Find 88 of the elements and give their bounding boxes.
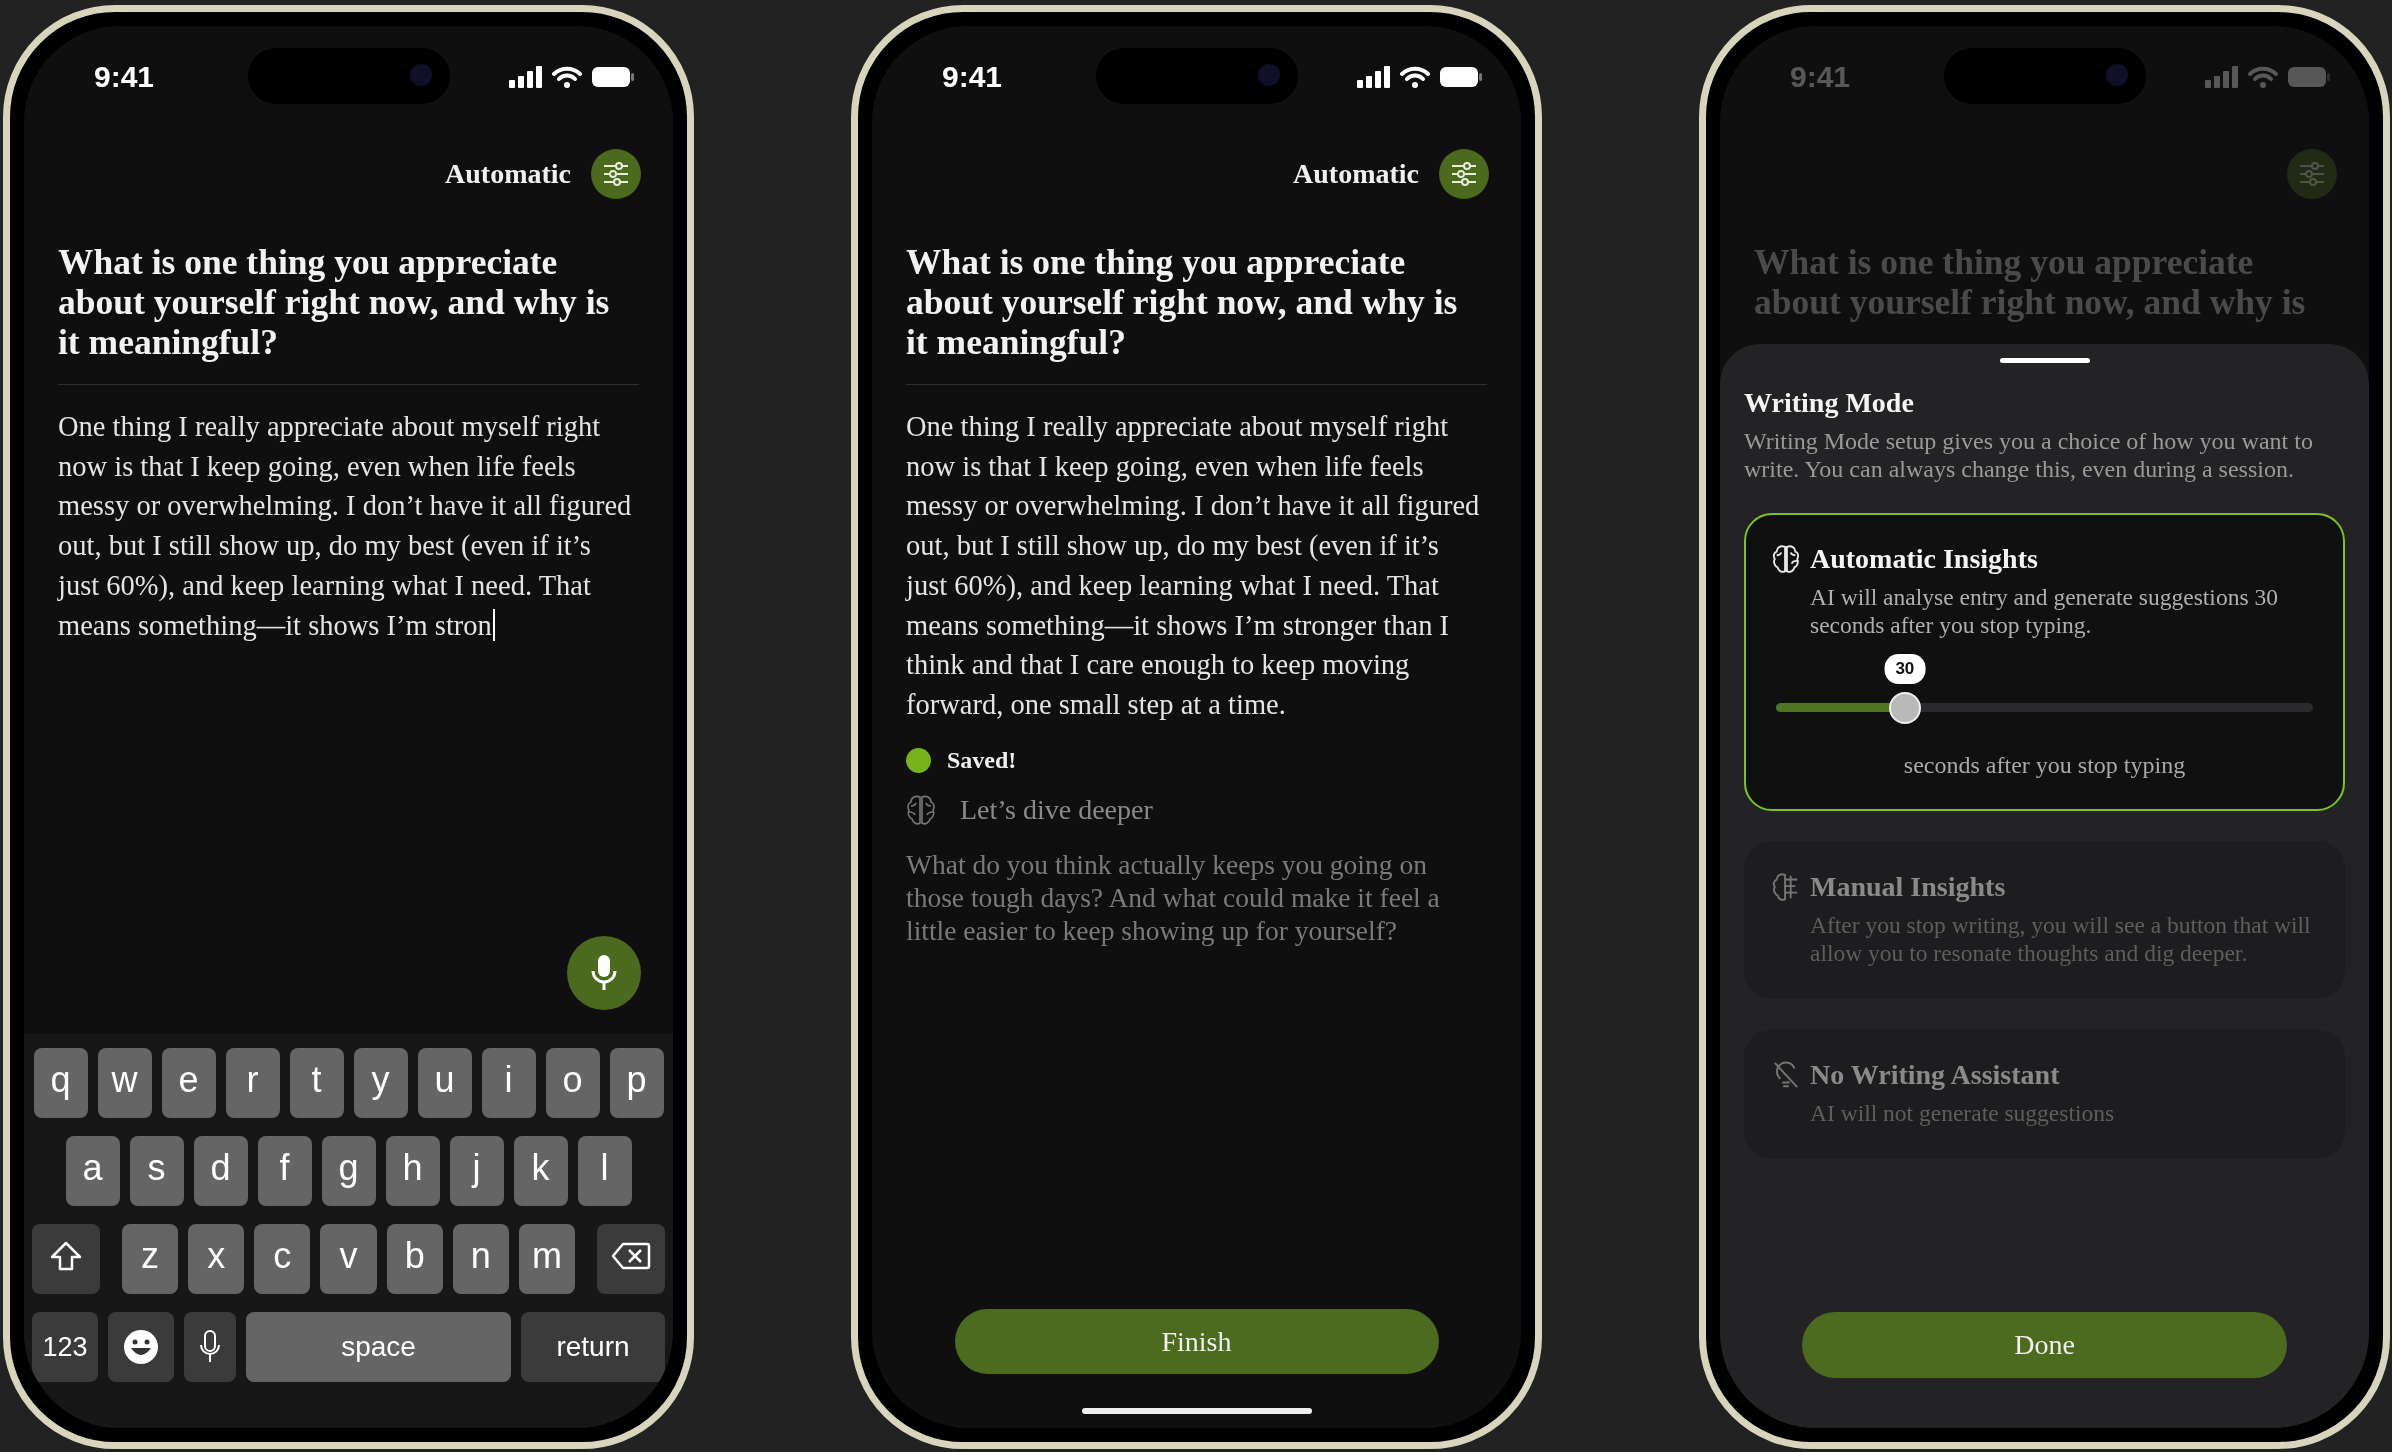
space-key[interactable]: space bbox=[246, 1312, 511, 1382]
microphone-icon bbox=[199, 1330, 221, 1364]
battery-icon bbox=[1439, 66, 1483, 88]
letter-key[interactable]: f bbox=[257, 1136, 312, 1206]
signal-icon bbox=[1357, 66, 1391, 88]
numbers-key[interactable]: 123 bbox=[32, 1312, 98, 1382]
brain-icon bbox=[1772, 872, 1800, 902]
letter-key[interactable]: d bbox=[193, 1136, 248, 1206]
letter-key[interactable]: h bbox=[385, 1136, 440, 1206]
letter-key[interactable]: v bbox=[320, 1224, 377, 1294]
status-time: 9:41 bbox=[1790, 60, 1851, 94]
slider-caption: seconds after you stop typing bbox=[1902, 752, 2187, 779]
journal-prompt: What is one thing you appreciate about yourself right now, and why is it meaningful? bbox=[905, 242, 1459, 362]
letter-key[interactable]: x bbox=[188, 1224, 245, 1294]
letter-key[interactable]: o bbox=[545, 1048, 600, 1118]
letter-key[interactable]: n bbox=[452, 1224, 509, 1294]
letter-key[interactable]: e bbox=[161, 1048, 216, 1118]
letter-key[interactable]: c bbox=[254, 1224, 311, 1294]
return-key[interactable]: return bbox=[521, 1312, 665, 1382]
writing-mode-label: Automatic bbox=[1293, 158, 1419, 190]
saved-status-text: Saved! bbox=[947, 746, 1017, 774]
sliders-icon bbox=[2298, 162, 2326, 186]
letter-key[interactable]: p bbox=[609, 1048, 664, 1118]
option-title: Manual Insights bbox=[1810, 871, 2006, 903]
backspace-icon bbox=[611, 1242, 652, 1270]
letter-key[interactable]: j bbox=[449, 1136, 504, 1206]
writing-mode-label: Automatic bbox=[445, 158, 571, 190]
letter-key[interactable]: z bbox=[121, 1224, 179, 1294]
sheet-description: Writing Mode setup gives you a choice of how you want to write. You can always change this, even during a session. bbox=[1744, 427, 2314, 483]
wifi-icon bbox=[2248, 66, 2278, 88]
letter-key[interactable]: w bbox=[97, 1048, 152, 1118]
settings-button[interactable] bbox=[1439, 149, 1489, 199]
letter-key[interactable]: b bbox=[386, 1224, 443, 1294]
settings-button[interactable] bbox=[591, 149, 641, 199]
crossed-lightbulb-icon bbox=[1772, 1060, 1800, 1090]
shift-arrow-icon bbox=[48, 1240, 83, 1272]
wifi-icon bbox=[552, 66, 582, 88]
letter-key[interactable]: r bbox=[225, 1048, 280, 1118]
shift-key[interactable] bbox=[32, 1224, 100, 1294]
smiley-icon bbox=[123, 1329, 159, 1365]
letter-key[interactable]: t bbox=[289, 1048, 344, 1118]
done-button[interactable]: Done bbox=[1802, 1312, 2287, 1378]
letter-key[interactable]: y bbox=[353, 1048, 408, 1118]
slider-thumb[interactable] bbox=[1888, 691, 1921, 724]
emoji-key[interactable] bbox=[108, 1312, 174, 1382]
letter-key[interactable]: s bbox=[129, 1136, 184, 1206]
status-time: 9:41 bbox=[94, 60, 155, 94]
option-title: Automatic Insights bbox=[1810, 543, 2038, 575]
letter-key[interactable]: l bbox=[577, 1136, 632, 1206]
journal-entry-text: One thing I really appreciate about myself right now is that I keep going, even when life feels messy or overwhelming. I don’t have it all figured out, but I still show up, do my best (even if it’s just 60%), and keep learning what I need. That means something—it shows I’m stronger than I think and that I care enough to keep moving forward, one small step at a time. bbox=[906, 410, 1481, 722]
battery-icon bbox=[591, 66, 635, 88]
sheet-handle[interactable] bbox=[1999, 358, 2090, 363]
mode-option-card[interactable]: No Writing Assistant AI will not generate suggestions bbox=[1744, 1029, 2345, 1159]
delete-key[interactable] bbox=[597, 1224, 665, 1294]
option-title: No Writing Assistant bbox=[1810, 1059, 2060, 1091]
option-description: After you stop writing, you will see a button that will allow you to resonate thoughts and dig deeper. bbox=[1810, 911, 2312, 967]
journal-prompt: What is one thing you appreciate about yourself right now, and why is bbox=[1753, 242, 2307, 322]
mode-option-card[interactable]: Automatic Insights AI will analyse entry and generate suggestions 30 seconds after you stop typing. 30 seconds after you stop typing bbox=[1744, 513, 2345, 811]
letter-key[interactable]: u bbox=[417, 1048, 472, 1118]
letter-key[interactable]: q bbox=[33, 1048, 88, 1118]
saved-status-dot bbox=[906, 747, 931, 773]
signal-icon bbox=[509, 66, 543, 88]
status-time: 9:41 bbox=[942, 60, 1003, 94]
sliders-icon bbox=[1450, 162, 1478, 186]
dive-deeper-label: Let’s dive deeper bbox=[960, 793, 1153, 826]
sheet-title: Writing Mode bbox=[1744, 387, 1915, 419]
finish-button[interactable]: Finish bbox=[954, 1309, 1439, 1374]
microphone-icon bbox=[589, 953, 619, 993]
letter-key[interactable]: m bbox=[518, 1224, 576, 1294]
follow-up-question: What do you think actually keeps you going on those tough days? And what could make it feel a little easier to keep showing up for yourself? bbox=[906, 847, 1441, 947]
brain-icon bbox=[1772, 544, 1800, 574]
letter-key[interactable]: a bbox=[65, 1136, 120, 1206]
signal-icon bbox=[2205, 66, 2239, 88]
journal-entry-field[interactable]: One thing I really appreciate about myself right now is that I keep going, even when life feels messy or overwhelming. I don’t have it all figured out, but I still show up, do my best (even if it’s just 60%), and keep learning what I need. That means something—it shows I’m stron bbox=[58, 407, 639, 646]
slider-value-badge: 30 bbox=[1884, 654, 1926, 684]
letter-key[interactable]: k bbox=[513, 1136, 568, 1206]
letter-key[interactable]: i bbox=[481, 1048, 536, 1118]
option-description: AI will not generate suggestions bbox=[1810, 1099, 2116, 1127]
wifi-icon bbox=[1400, 66, 1430, 88]
option-description: AI will analyse entry and generate suggestions 30 seconds after you stop typing. bbox=[1810, 583, 2279, 639]
text-cursor bbox=[492, 608, 495, 641]
mode-option-card[interactable]: Manual Insights After you stop writing, you will see a button that will allow you to resonate thoughts and dig deeper. bbox=[1744, 841, 2345, 999]
battery-icon bbox=[2287, 66, 2331, 88]
letter-key[interactable]: g bbox=[321, 1136, 376, 1206]
brain-icon bbox=[906, 793, 936, 826]
sliders-icon bbox=[602, 162, 630, 186]
journal-prompt: What is one thing you appreciate about yourself right now, and why is it meaningful? bbox=[57, 242, 611, 362]
dictation-key[interactable] bbox=[184, 1312, 236, 1382]
